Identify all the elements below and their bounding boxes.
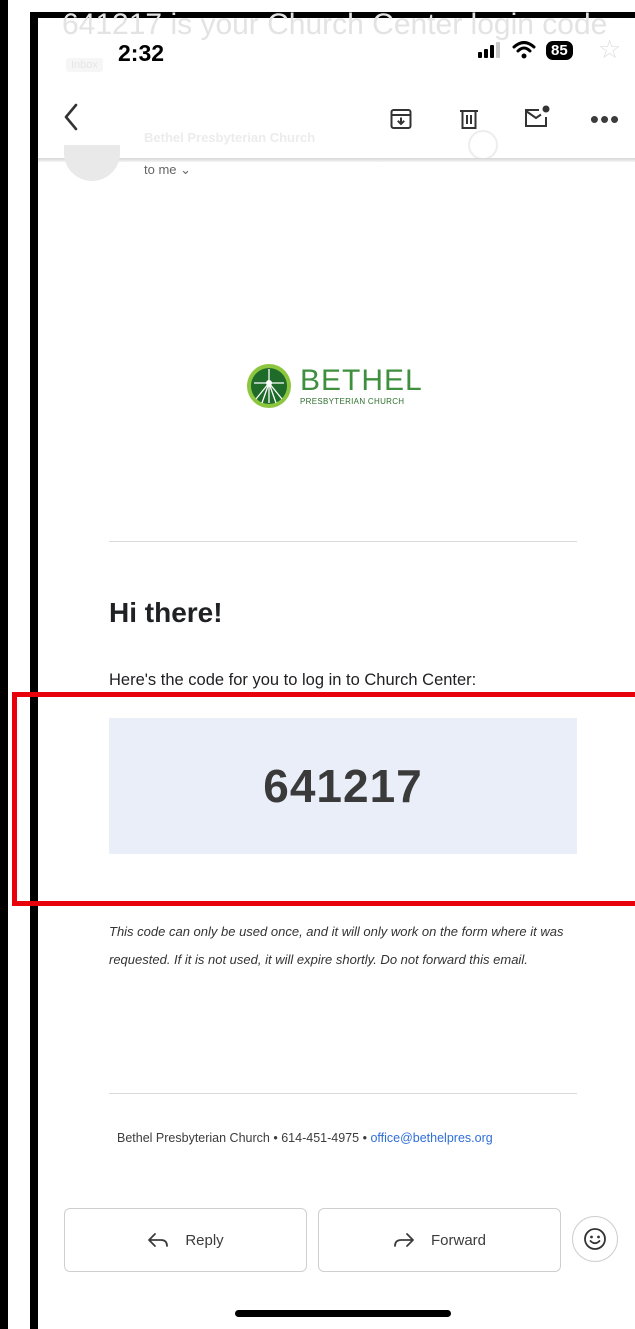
- divider-bottom: [109, 1093, 577, 1094]
- status-icons: 85: [478, 37, 573, 63]
- church-logo: BETHEL PRESBYTERIAN CHURCH: [246, 363, 423, 409]
- email-toolbar: Bethel Presbyterian Church •••: [38, 96, 635, 160]
- inbox-label-faded: Inbox: [66, 58, 103, 72]
- recipient-details[interactable]: to me ⌄: [144, 162, 191, 178]
- avatar[interactable]: [64, 145, 120, 181]
- sender-name-faded: Bethel Presbyterian Church: [144, 130, 316, 145]
- intro-text: Here's the code for you to log in to Chu…: [109, 671, 477, 689]
- sun-cross-logo-icon: [247, 364, 291, 408]
- recipient-label: to me: [144, 162, 177, 177]
- more-icon[interactable]: •••: [588, 102, 622, 136]
- back-chevron-icon[interactable]: [54, 100, 88, 134]
- footer-separator: •: [273, 1131, 278, 1145]
- chevron-down-icon: ⌄: [180, 162, 192, 177]
- emoji-reaction-button[interactable]: [572, 1216, 618, 1262]
- highlight-annotation-box: [12, 692, 635, 906]
- forward-arrow-icon: [394, 1233, 414, 1247]
- wifi-icon: [512, 41, 536, 59]
- status-time: 2:32: [118, 40, 165, 66]
- footer-phone[interactable]: 614-451-4975: [281, 1131, 359, 1145]
- reply-label: Reply: [185, 1231, 224, 1249]
- footer-separator: •: [362, 1131, 367, 1145]
- logo-name: BETHEL: [300, 364, 423, 397]
- forward-button[interactable]: Forward: [318, 1208, 561, 1272]
- logo-subtitle: PRESBYTERIAN CHURCH: [300, 397, 405, 406]
- divider-top: [109, 541, 577, 542]
- email-footer: Bethel Presbyterian Church • 614-451-497…: [117, 1131, 493, 1145]
- frame-inner-border: [30, 12, 38, 1329]
- battery-icon: 85: [546, 40, 573, 60]
- toolbar-shadow: [38, 158, 635, 162]
- smiley-icon: [584, 1228, 606, 1250]
- frame-left-border: [0, 0, 8, 1329]
- mark-unread-icon[interactable]: [520, 100, 554, 134]
- trash-icon[interactable]: [452, 102, 486, 136]
- archive-icon[interactable]: [384, 102, 418, 136]
- reply-arrow-icon: [148, 1233, 169, 1247]
- home-indicator[interactable]: [235, 1310, 451, 1317]
- star-icon[interactable]: ☆: [598, 34, 621, 65]
- forward-label: Forward: [430, 1231, 486, 1249]
- footer-email-link[interactable]: office@bethelpres.org: [370, 1131, 492, 1145]
- footer-organization: Bethel Presbyterian Church: [117, 1131, 270, 1145]
- code-usage-note: This code can only be used once, and it …: [109, 924, 564, 967]
- signal-icon: [478, 42, 500, 58]
- reply-button[interactable]: Reply: [64, 1208, 307, 1272]
- greeting-heading: Hi there!: [109, 597, 223, 628]
